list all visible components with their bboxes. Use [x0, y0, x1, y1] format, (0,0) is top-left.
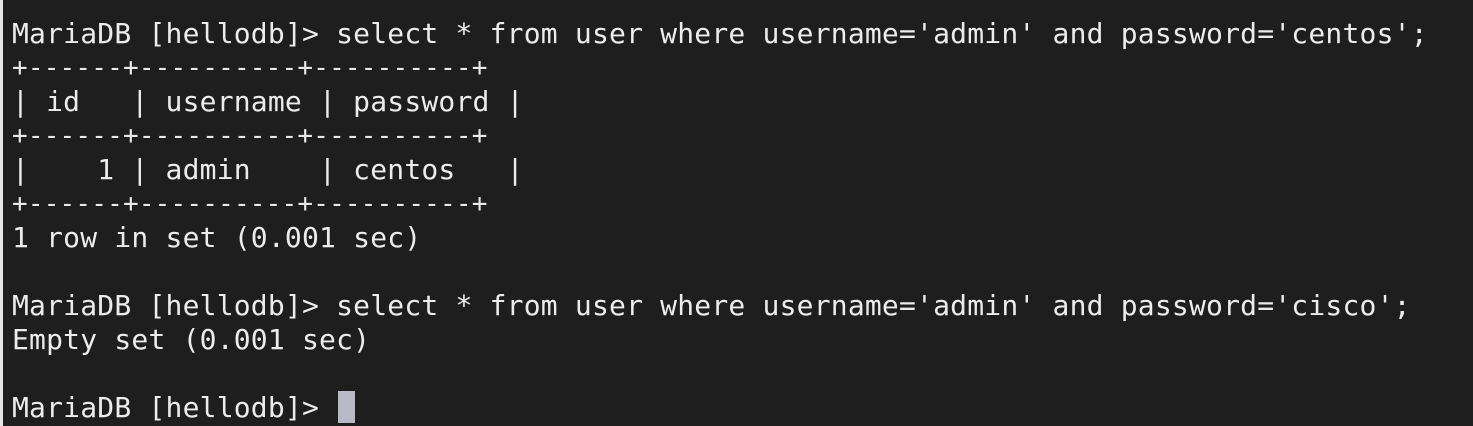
result-status: Empty set (0.001 sec) [12, 323, 371, 356]
text-cursor [338, 391, 356, 423]
active-prompt-line[interactable]: MariaDB [hellodb]> [12, 391, 1473, 425]
prompt: MariaDB [hellodb]> [12, 289, 337, 322]
command-line-1: MariaDB [hellodb]> select * from user wh… [12, 17, 1473, 51]
table-border-bottom: +------+----------+----------+ [12, 189, 488, 219]
prompt: MariaDB [hellodb]> [12, 391, 337, 424]
table-row: | 1 | admin | centos | [12, 153, 524, 186]
prompt: MariaDB [hellodb]> [12, 17, 337, 50]
terminal-window[interactable]: MariaDB [hellodb]> select * from user wh… [0, 0, 1473, 426]
command-line-2: MariaDB [hellodb]> select * from user wh… [12, 289, 1473, 323]
result-status: 1 row in set (0.001 sec) [12, 221, 422, 254]
sql-command: select * from user where username='admin… [336, 289, 1411, 322]
table-border-middle: +------+----------+----------+ [12, 121, 488, 151]
table-header-row: | id | username | password | [12, 85, 524, 118]
sql-command: select * from user where username='admin… [336, 17, 1428, 50]
table-border-top: +------+----------+----------+ [12, 53, 488, 83]
